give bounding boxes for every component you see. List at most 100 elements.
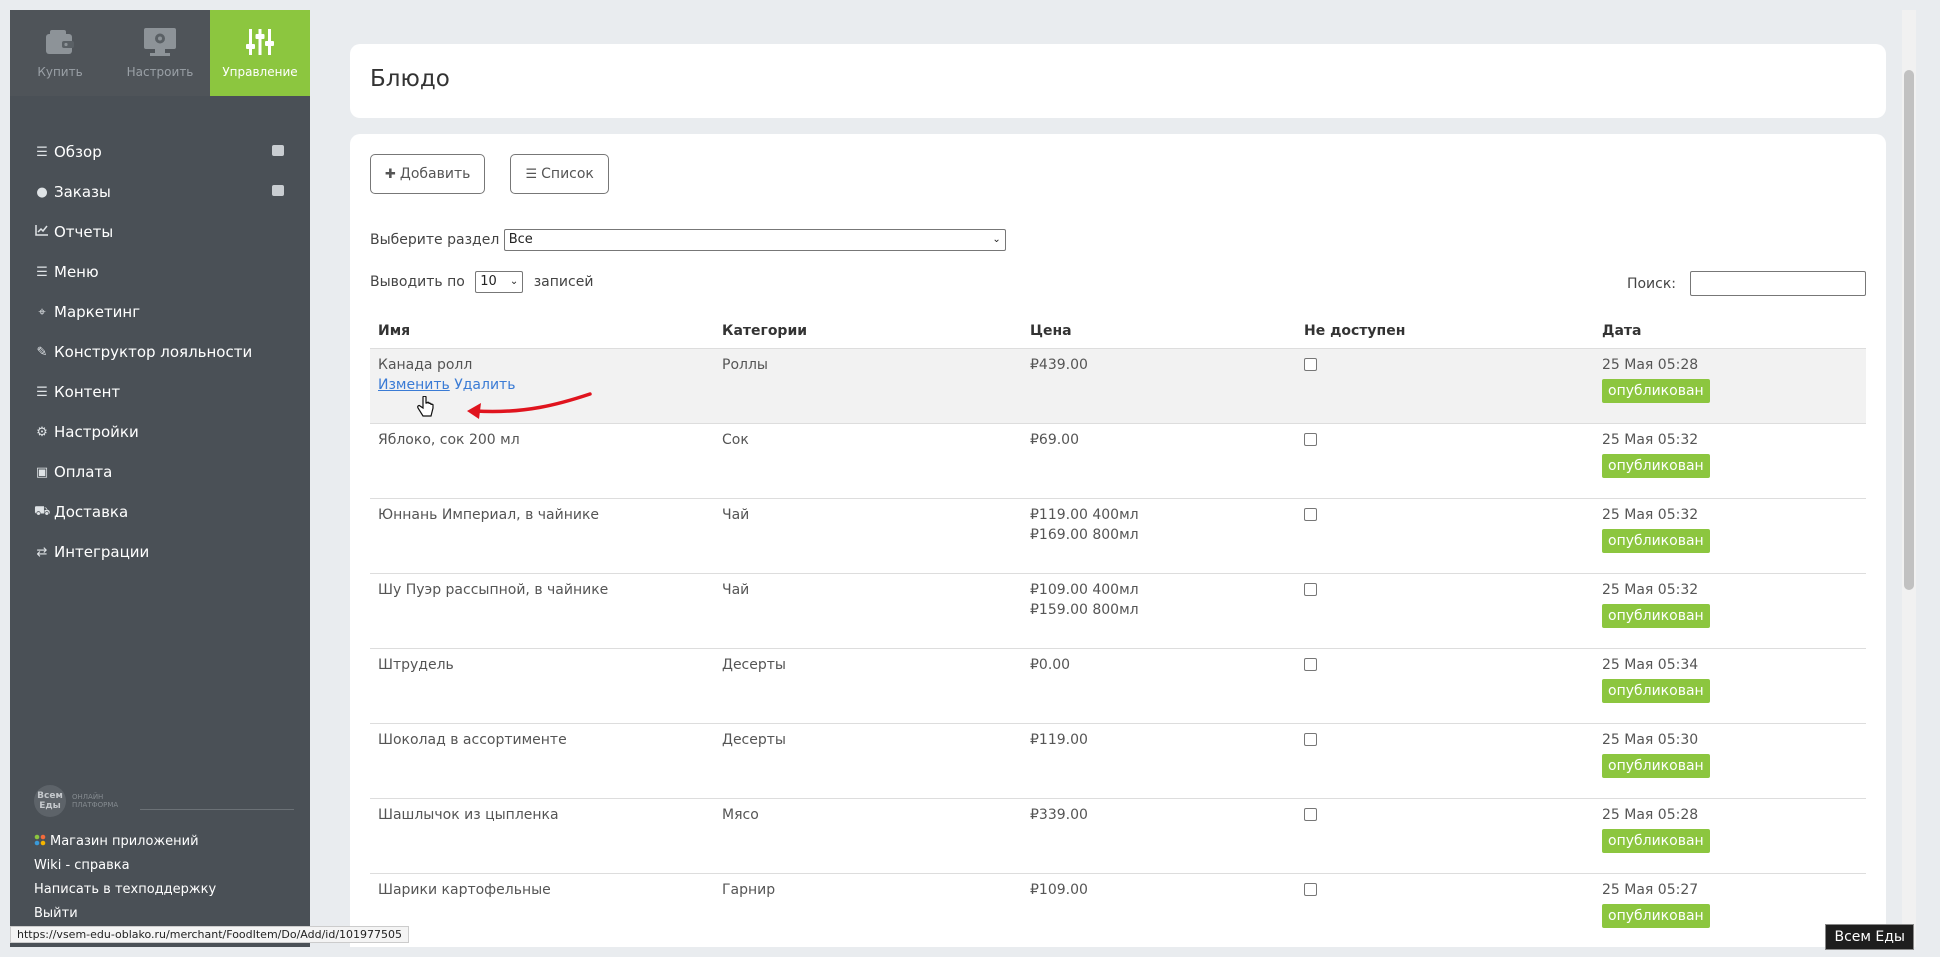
sidebar-item-marketing[interactable]: ⌖ Маркетинг xyxy=(10,292,310,332)
column-header-unavailable[interactable]: Не доступен xyxy=(1296,314,1594,349)
wiki-link[interactable]: Wiki - справка xyxy=(34,854,216,878)
sidebar-item-label: Отчеты xyxy=(54,223,114,241)
sidebar-item-label: Доставка xyxy=(54,503,129,521)
item-name: Юннань Империал, в чайнике xyxy=(378,506,600,523)
list-icon: ☰ xyxy=(36,144,48,160)
sidebar-item-reports[interactable]: Отчеты xyxy=(10,212,310,252)
list-button[interactable]: ☰ Список xyxy=(510,154,609,194)
price-line: ₽159.00 800мл xyxy=(1030,601,1139,618)
logout-link[interactable]: Выйти xyxy=(34,902,216,926)
sidebar-item-menu[interactable]: ☰ Меню xyxy=(10,252,310,292)
cell-unavailable xyxy=(1296,573,1594,649)
unavailable-checkbox[interactable] xyxy=(1304,732,1317,746)
unavailable-checkbox[interactable] xyxy=(1304,807,1317,821)
scrollbar-thumb[interactable] xyxy=(1904,70,1914,590)
title-card: Блюдо xyxy=(350,44,1886,118)
table-row: Юннань Империал, в чайнике Чай ₽119.00 4… xyxy=(370,498,1866,574)
brand-logo-mark: Всем Еды xyxy=(34,785,66,817)
tab-manage-label: Управление xyxy=(222,65,298,79)
cell-unavailable xyxy=(1296,648,1594,724)
lock-badge-icon xyxy=(272,145,284,156)
tab-configure[interactable]: Настроить xyxy=(110,10,210,96)
section-filter: Выберите раздел Все ⌄ xyxy=(370,229,1006,251)
unavailable-checkbox[interactable] xyxy=(1304,657,1317,671)
cell-date: 25 Мая 05:30 опубликован xyxy=(1594,723,1866,799)
chat-widget-button[interactable]: Всем Еды xyxy=(1825,924,1914,950)
column-header-category[interactable]: Категории xyxy=(714,314,1022,349)
item-name: Шашлычок из цыпленка xyxy=(378,806,559,823)
item-name: Канада ролл xyxy=(378,356,473,373)
sidebar-item-delivery[interactable]: ⛟ Доставка xyxy=(10,492,310,532)
unavailable-checkbox[interactable] xyxy=(1304,432,1317,446)
cell-category: Чай xyxy=(714,573,1022,649)
lock-badge-icon xyxy=(272,185,284,196)
sidebar-item-content[interactable]: ☰ Контент xyxy=(10,372,310,412)
sidebar-item-overview[interactable]: ☰ Обзор xyxy=(10,132,310,172)
delete-link[interactable]: Удалить xyxy=(454,377,515,393)
table-row: Шу Пуэр рассыпной, в чайнике Чай ₽109.00… xyxy=(370,573,1866,649)
sidebar-item-integrations[interactable]: ⇄ Интеграции xyxy=(10,532,310,572)
tab-manage[interactable]: Управление xyxy=(210,10,310,96)
unavailable-checkbox[interactable] xyxy=(1304,582,1317,596)
sidebar: Купить Настроить Управление ☰ Обзор ● За… xyxy=(10,10,310,947)
truck-icon: ⛟ xyxy=(34,503,51,519)
cell-price: ₽119.00 400мл ₽169.00 800мл xyxy=(1022,498,1296,574)
apps-icon xyxy=(34,831,46,846)
section-select[interactable]: Все ⌄ xyxy=(503,229,1006,251)
divider xyxy=(140,808,294,810)
page-title: Блюдо xyxy=(370,66,450,92)
sidebar-item-payment[interactable]: ▣ Оплата xyxy=(10,452,310,492)
cell-date: 25 Мая 05:28 опубликован xyxy=(1594,348,1866,424)
gear-icon: ⚙ xyxy=(36,424,48,440)
chevron-down-icon: ⌄ xyxy=(509,276,519,287)
sidebar-item-loyalty[interactable]: ✎ Конструктор лояльности xyxy=(10,332,310,372)
column-header-name[interactable]: Имя xyxy=(370,314,714,349)
app-window: Купить Настроить Управление ☰ Обзор ● За… xyxy=(10,10,1916,947)
cell-category: Сок xyxy=(714,423,1022,499)
item-name: Штрудель xyxy=(378,656,454,673)
sidebar-item-settings[interactable]: ⚙ Настройки xyxy=(10,412,310,452)
tab-buy[interactable]: Купить xyxy=(10,10,110,96)
wallet-icon xyxy=(42,27,78,57)
section-select-value: Все xyxy=(508,232,533,247)
cell-unavailable xyxy=(1296,498,1594,574)
price-line: ₽339.00 xyxy=(1030,806,1088,823)
cell-unavailable xyxy=(1296,348,1594,424)
app-store-link[interactable]: Магазин приложений xyxy=(34,830,216,854)
sidebar-item-label: Меню xyxy=(54,263,99,281)
column-header-price[interactable]: Цена xyxy=(1022,314,1296,349)
page-scrollbar[interactable] xyxy=(1902,10,1916,947)
perpage-suffix: записей xyxy=(533,274,594,290)
list-icon: ☰ xyxy=(36,384,48,400)
unavailable-checkbox[interactable] xyxy=(1304,507,1317,521)
perpage-select[interactable]: 10 ⌄ xyxy=(475,271,524,293)
sidebar-item-orders[interactable]: ● Заказы xyxy=(10,172,310,212)
top-tabs: Купить Настроить Управление xyxy=(10,10,310,96)
cell-price: ₽0.00 xyxy=(1022,648,1296,724)
cell-name: Шарики картофельные xyxy=(370,873,714,947)
unavailable-checkbox[interactable] xyxy=(1304,357,1317,371)
table-row: Штрудель Десерты ₽0.00 25 Мая 05:34 опубл… xyxy=(370,648,1866,724)
list-button-label: Список xyxy=(541,166,594,182)
magic-wand-icon: ✎ xyxy=(36,344,48,360)
chevron-down-icon: ⌄ xyxy=(992,234,1001,245)
item-date: 25 Мая 05:32 xyxy=(1602,581,1699,598)
add-button[interactable]: ✚ Добавить xyxy=(370,154,486,194)
search-input[interactable] xyxy=(1690,271,1866,296)
unavailable-checkbox[interactable] xyxy=(1304,882,1317,896)
price-line: ₽119.00 xyxy=(1030,731,1088,748)
edit-link[interactable]: Изменить xyxy=(378,377,450,393)
table-header-row: Имя Категории Цена Не доступен Дата xyxy=(370,314,1866,349)
item-date: 25 Мая 05:28 xyxy=(1602,356,1699,373)
toolbar: ✚ Добавить ☰ Список xyxy=(370,154,1866,194)
sidebar-item-label: Оплата xyxy=(54,463,113,481)
price-line: ₽109.00 400мл xyxy=(1030,581,1139,598)
brand-logo: Всем Еды ОНЛАЙН ПЛАТФОРМА xyxy=(34,785,294,817)
perpage-select-value: 10 xyxy=(480,274,497,289)
item-date: 25 Мая 05:34 xyxy=(1602,656,1699,673)
cell-date: 25 Мая 05:32 опубликован xyxy=(1594,573,1866,649)
support-link[interactable]: Написать в техподдержку xyxy=(34,878,216,902)
column-header-date[interactable]: Дата xyxy=(1594,314,1866,349)
perpage-label: Выводить по xyxy=(370,274,465,290)
cell-unavailable xyxy=(1296,423,1594,499)
